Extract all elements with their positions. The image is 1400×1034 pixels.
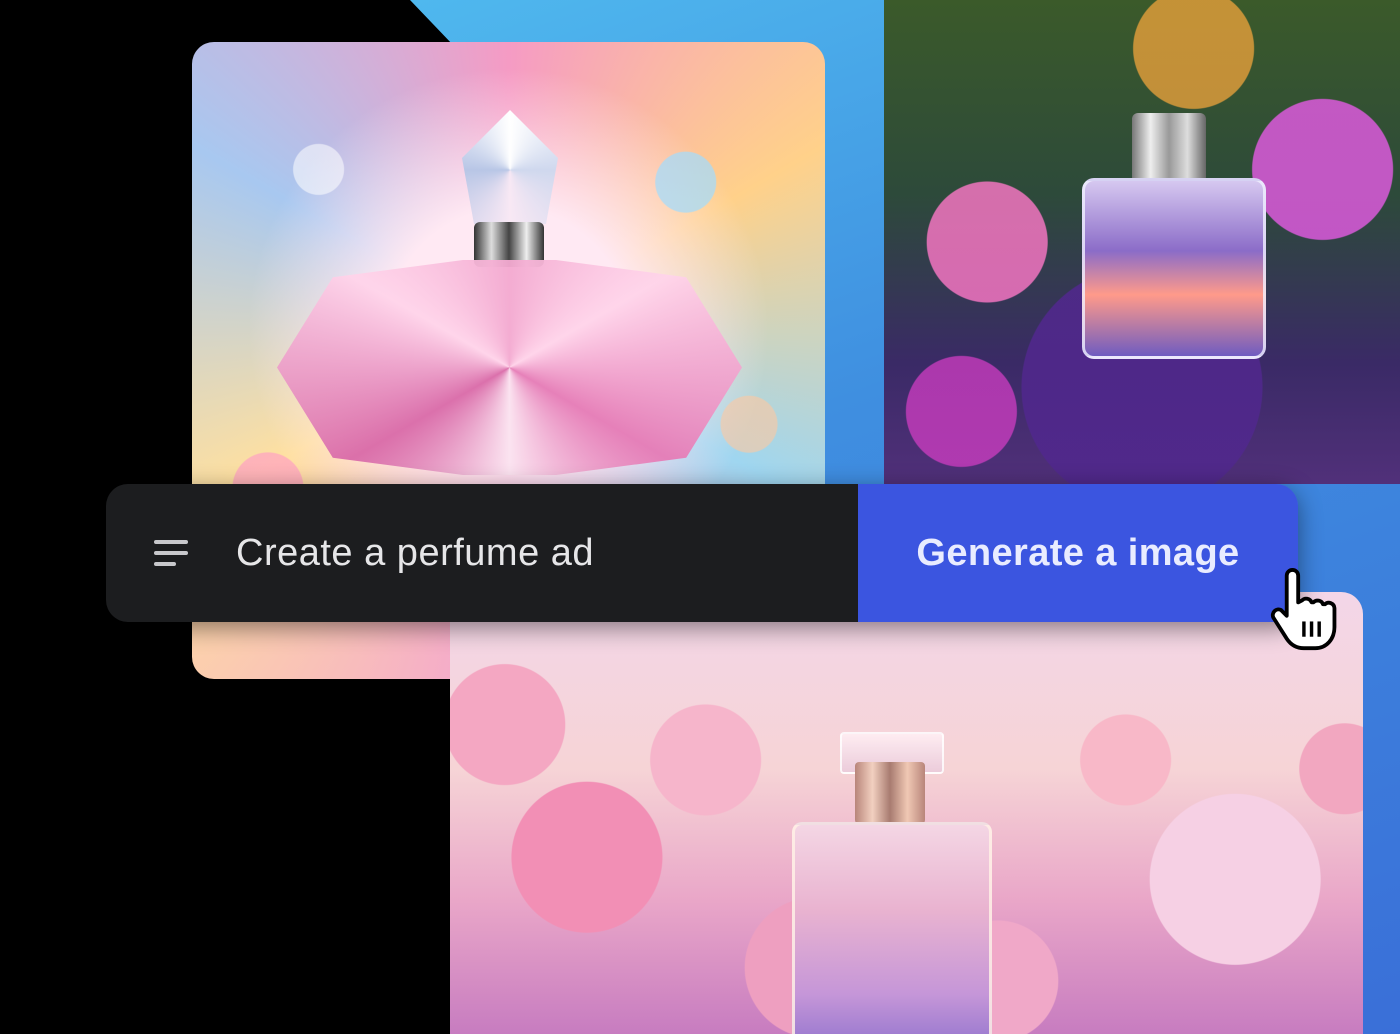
bottle-cap xyxy=(1132,113,1206,183)
bottle-body xyxy=(792,822,992,1034)
prompt-input[interactable]: Create a perfume ad xyxy=(106,484,858,622)
hand-pointer-icon xyxy=(1270,568,1337,651)
tropical-perfume-image[interactable] xyxy=(884,0,1400,484)
bottle-body xyxy=(277,260,742,475)
generate-button[interactable]: Generate a image xyxy=(858,484,1298,622)
rose-perfume-image[interactable] xyxy=(450,592,1363,1034)
menu-icon[interactable] xyxy=(154,540,188,566)
bottle-stopper xyxy=(462,110,558,224)
prompt-bar: Create a perfume ad Generate a image xyxy=(106,484,1298,622)
bottle-neck xyxy=(855,762,925,824)
bottle-body xyxy=(1082,178,1266,359)
prompt-text: Create a perfume ad xyxy=(236,531,595,574)
